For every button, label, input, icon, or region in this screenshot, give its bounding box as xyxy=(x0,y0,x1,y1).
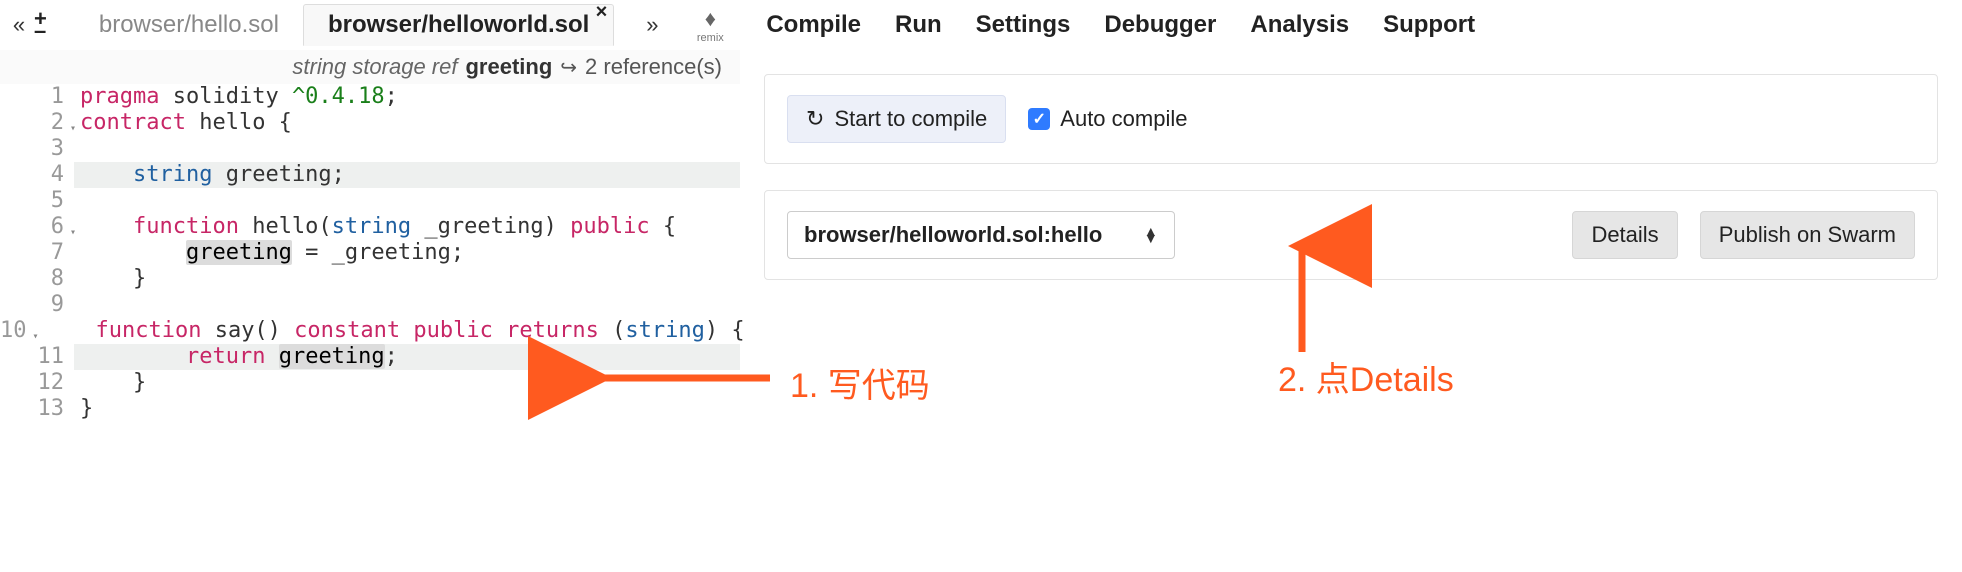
gutter-line: 10▾ xyxy=(0,318,37,344)
compile-controls: ↻ Start to compile ✓ Auto compile xyxy=(764,74,1938,164)
font-size-stepper[interactable]: + – xyxy=(34,13,47,37)
symbol-name: greeting xyxy=(465,54,552,80)
logo-label: remix xyxy=(697,32,724,44)
start-compile-button[interactable]: ↻ Start to compile xyxy=(787,95,1006,143)
auto-compile-checkbox[interactable]: ✓ Auto compile xyxy=(1028,106,1187,132)
gutter-line: 6▾ xyxy=(0,214,74,240)
gutter-line: 2▾ xyxy=(0,110,74,136)
symbol-type-hint: string storage ref xyxy=(292,54,457,80)
file-tabs: browser/hello.sol browser/helloworld.sol… xyxy=(75,0,614,50)
code-editor-pane: string storage ref greeting ↪ 2 referenc… xyxy=(0,50,740,572)
contract-select[interactable]: browser/helloworld.sol:hello ▲ ▼ xyxy=(787,211,1175,259)
gutter-line: 1 xyxy=(0,84,74,110)
close-icon[interactable]: × xyxy=(596,1,608,24)
gutter-line: 5 xyxy=(0,188,74,214)
refresh-icon: ↻ xyxy=(806,106,824,132)
decrease-font-icon[interactable]: – xyxy=(34,25,47,37)
tab-hello[interactable]: browser/hello.sol xyxy=(75,4,303,46)
select-caret-icon: ▲ ▼ xyxy=(1144,228,1158,242)
publish-swarm-button[interactable]: Publish on Swarm xyxy=(1700,211,1915,259)
symbol-reference-bar: string storage ref greeting ↪ 2 referenc… xyxy=(0,50,740,84)
reference-count[interactable]: 2 reference(s) xyxy=(585,54,722,80)
menu-settings[interactable]: Settings xyxy=(976,11,1071,39)
auto-compile-label: Auto compile xyxy=(1060,106,1187,132)
code-editor[interactable]: 1pragma solidity ^0.4.18; 2▾contract hel… xyxy=(0,84,740,422)
details-button[interactable]: Details xyxy=(1572,211,1677,259)
contract-select-value: browser/helloworld.sol:hello xyxy=(804,222,1102,248)
menu-support[interactable]: Support xyxy=(1383,11,1475,39)
gutter-line: 7 xyxy=(0,240,74,266)
gutter-line: 11 xyxy=(0,344,74,370)
details-label: Details xyxy=(1591,222,1658,248)
remix-logo: ♦ remix xyxy=(678,6,742,44)
goto-reference-icon[interactable]: ↪ xyxy=(560,55,577,80)
tab-helloworld[interactable]: browser/helloworld.sol × xyxy=(303,4,614,46)
main-menu: Compile Run Settings Debugger Analysis S… xyxy=(766,11,1475,39)
gutter-line: 13 xyxy=(0,396,74,422)
gutter-line: 9 xyxy=(0,292,74,318)
gutter-line: 4 xyxy=(0,162,74,188)
menu-debugger[interactable]: Debugger xyxy=(1104,11,1216,39)
toolbar-left: « + – xyxy=(0,5,53,45)
contract-controls: browser/helloworld.sol:hello ▲ ▼ Details… xyxy=(764,190,1938,280)
menu-run[interactable]: Run xyxy=(895,11,942,39)
gutter-line: 12 xyxy=(0,370,74,396)
menu-compile[interactable]: Compile xyxy=(766,11,861,39)
checkbox-checked-icon: ✓ xyxy=(1028,108,1050,130)
tab-label: browser/hello.sol xyxy=(99,11,279,39)
tab-label: browser/helloworld.sol xyxy=(328,11,589,39)
top-bar: « + – browser/hello.sol browser/hellowor… xyxy=(0,0,1962,50)
start-compile-label: Start to compile xyxy=(834,106,987,132)
menu-analysis[interactable]: Analysis xyxy=(1250,11,1349,39)
gutter-line: 3 xyxy=(0,136,74,162)
scroll-tabs-left-button[interactable]: « xyxy=(6,5,32,45)
compile-panel: ↻ Start to compile ✓ Auto compile browse… xyxy=(740,50,1962,572)
ethereum-icon: ♦ xyxy=(705,6,716,32)
gutter-line: 8 xyxy=(0,266,74,292)
scroll-tabs-right-button[interactable]: » xyxy=(636,12,668,38)
publish-label: Publish on Swarm xyxy=(1719,222,1896,248)
